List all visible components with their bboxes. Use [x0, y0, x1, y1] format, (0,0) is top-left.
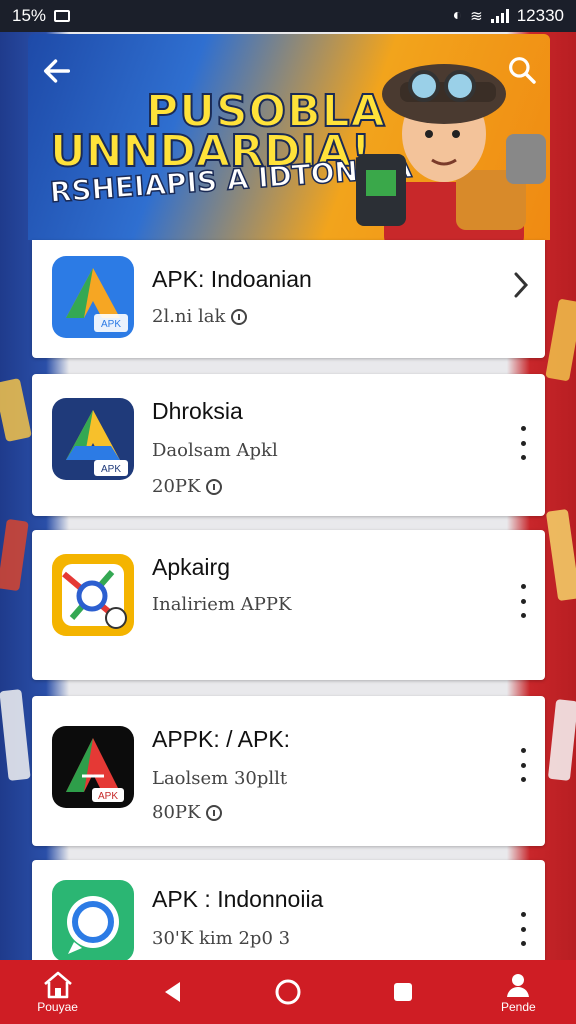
- battery-text: 15%: [12, 6, 47, 25]
- background-card-decoration: [545, 298, 576, 382]
- app-meta: Laolsem 30pllt: [152, 768, 288, 789]
- time-text: 12330: [516, 6, 564, 25]
- back-triangle-icon: [164, 982, 180, 1002]
- more-options-icon[interactable]: [519, 912, 527, 946]
- apk-badge: APK: [101, 464, 121, 475]
- nav-profile[interactable]: Pende: [478, 970, 558, 1014]
- nav-recents-button[interactable]: [363, 979, 443, 1005]
- app-meta: 30'K kim 2p0 3: [152, 928, 291, 949]
- home-icon: [43, 971, 72, 999]
- status-bar: 15% ◐ ≋ 12330: [0, 0, 576, 32]
- more-options-icon[interactable]: [519, 748, 527, 782]
- list-item[interactable]: Apkairg Inaliriem APPK: [32, 530, 545, 680]
- back-arrow-icon[interactable]: [40, 54, 74, 88]
- circle-home-icon: [275, 979, 301, 1005]
- background-card-decoration: [545, 508, 576, 602]
- nav-profile-label: Pende: [500, 1000, 536, 1014]
- list-item[interactable]: APK Dhroksia Daolsam Apkl 20PK: [32, 374, 545, 516]
- more-options-icon[interactable]: [519, 426, 527, 460]
- app-meta: 2l.ni lak: [152, 306, 248, 327]
- app-icon: [52, 880, 134, 962]
- apk-badge: APK: [98, 791, 118, 802]
- notification-icon: [54, 10, 71, 22]
- background-card-decoration: [0, 377, 32, 443]
- app-title: Dhroksia: [152, 398, 243, 424]
- info-icon[interactable]: [206, 479, 223, 495]
- list-item[interactable]: APK : Indonnoiia 30'K kim 2p0 3: [32, 860, 545, 962]
- info-icon[interactable]: [231, 309, 248, 325]
- app-title: APK: Indoanian: [152, 266, 312, 292]
- app-title: APPK: / APK:: [152, 726, 291, 752]
- square-recents-icon: [394, 983, 413, 1001]
- background-card-decoration: [0, 518, 29, 592]
- list-item[interactable]: APK APK: Indoanian 2l.ni lak: [32, 240, 545, 358]
- app-meta: 20PK: [152, 476, 223, 497]
- signal-icon: [490, 9, 509, 23]
- nav-home-label: Pouyae: [37, 1000, 78, 1014]
- app-title: Apkairg: [152, 554, 230, 580]
- bottom-navigation: Pouyae Pende: [0, 960, 576, 1024]
- list-item[interactable]: APK APPK: / APK: Laolsem 30pllt 80PK: [32, 696, 545, 846]
- chevron-right-icon[interactable]: [511, 270, 531, 300]
- app-icon: APK: [52, 256, 134, 338]
- app-icon: [52, 554, 134, 636]
- alarm-icon: ◐: [452, 7, 463, 24]
- mascot-character-image: [356, 64, 546, 240]
- nav-home[interactable]: Pouyae: [18, 970, 98, 1014]
- app-icon: APK: [52, 398, 134, 480]
- wifi-icon: ≋: [470, 8, 483, 25]
- promo-banner[interactable]: PUSOBLA UNNDARDIA! RSHEIAPIS A IDTONAIA: [28, 34, 550, 240]
- nav-home-button[interactable]: [248, 977, 328, 1007]
- background-card-decoration: [547, 699, 576, 781]
- apk-badge: APK: [101, 319, 121, 330]
- nav-back-button[interactable]: [133, 979, 213, 1005]
- background-card-decoration: [0, 689, 31, 781]
- info-icon[interactable]: [206, 805, 223, 821]
- app-meta: Inaliriem APPK: [152, 594, 292, 615]
- more-options-icon[interactable]: [519, 584, 527, 618]
- app-icon: APK: [52, 726, 134, 808]
- app-meta: 80PK: [152, 802, 223, 823]
- app-meta: Daolsam Apkl: [152, 440, 278, 461]
- profile-icon: [507, 974, 530, 997]
- app-title: APK : Indonnoiia: [152, 886, 324, 912]
